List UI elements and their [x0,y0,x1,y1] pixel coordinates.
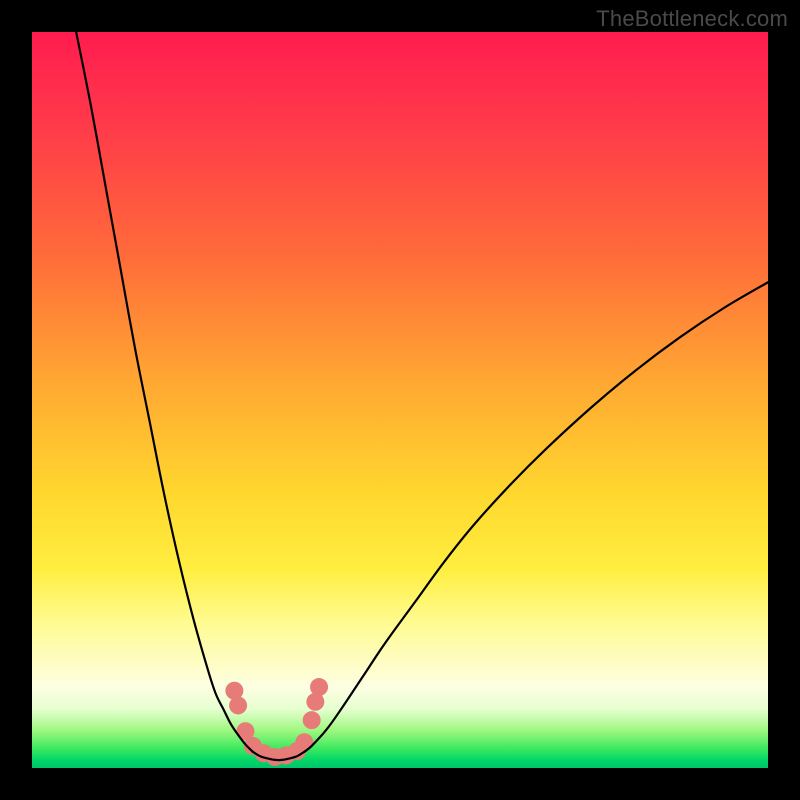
curve-svg [32,32,768,768]
valley-dot [229,696,247,714]
curve-left-branch [76,32,253,752]
chart-frame: TheBottleneck.com [0,0,800,800]
plot-area [32,32,768,768]
valley-dot [303,711,321,729]
valley-dots-group [225,678,328,766]
watermark-text: TheBottleneck.com [596,6,788,32]
valley-dot [310,678,328,696]
curve-right-branch [304,282,768,752]
valley-dot [295,733,313,751]
